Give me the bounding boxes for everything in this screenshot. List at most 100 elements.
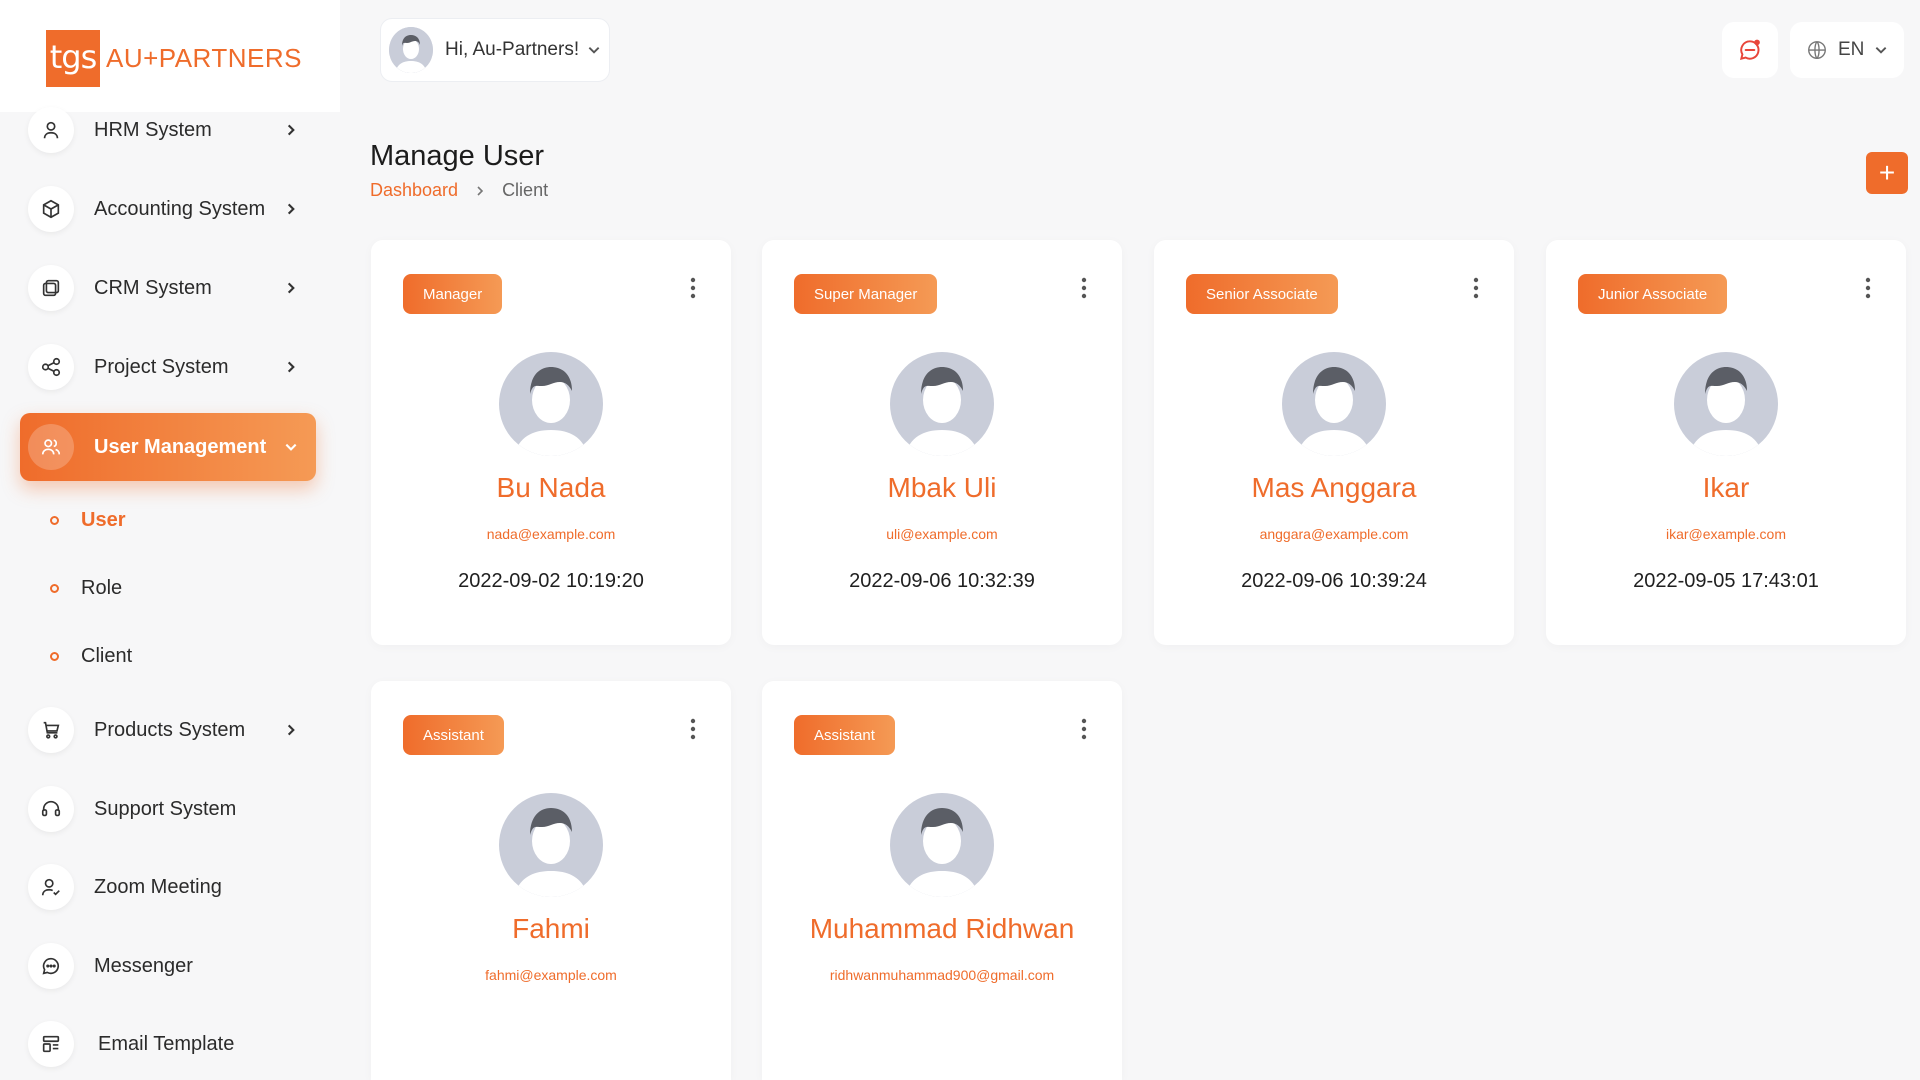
chevron-right-icon bbox=[280, 277, 302, 299]
sidebar-item-label: Accounting System bbox=[94, 197, 266, 220]
role-badge: Super Manager bbox=[794, 274, 938, 314]
role-badge: Manager bbox=[403, 274, 503, 314]
sidebar-item-messenger[interactable]: Messenger bbox=[20, 932, 316, 1000]
avatar bbox=[1282, 352, 1386, 456]
submenu-label: Client bbox=[81, 644, 133, 667]
role-badge: Assistant bbox=[403, 715, 504, 755]
user-name: Bu Nada bbox=[496, 472, 606, 503]
user-card: Super Manager Mbak Uli uli@example.com 2… bbox=[762, 240, 1122, 645]
submenu-item-client[interactable]: Client bbox=[50, 636, 132, 676]
chevron-right-icon bbox=[280, 198, 302, 220]
template-icon bbox=[28, 1021, 74, 1067]
user-email: ikar@example.com bbox=[1665, 526, 1787, 542]
sidebar-item-label: CRM System bbox=[94, 276, 212, 299]
user-name: Mbak Uli bbox=[887, 472, 997, 503]
sidebar-item-hrm-system[interactable]: HRM System bbox=[20, 96, 316, 164]
chevron-right-icon bbox=[477, 185, 484, 196]
user-name: Fahmi bbox=[512, 913, 590, 944]
user-date: 2022-09-02 10:19:20 bbox=[458, 570, 644, 592]
more-options-icon[interactable] bbox=[1074, 715, 1094, 743]
sidebar-item-products-system[interactable]: Products System bbox=[20, 696, 316, 764]
role-badge: Assistant bbox=[794, 715, 895, 755]
logo-text: AU+PARTNERS bbox=[106, 43, 302, 73]
breadcrumb-current: Client bbox=[502, 180, 549, 200]
sidebar-item-label: Project System bbox=[94, 355, 229, 378]
submenu-item-role[interactable]: Role bbox=[50, 568, 122, 608]
sidebar-item-label: Messenger bbox=[94, 954, 193, 977]
logo[interactable]: tgs AU+PARTNERS bbox=[46, 30, 302, 87]
sidebar-item-accounting-system[interactable]: Accounting System bbox=[20, 175, 316, 243]
user-date: 2022-09-06 10:32:39 bbox=[849, 570, 1035, 592]
sidebar-item-support-system[interactable]: Support System bbox=[20, 775, 316, 843]
chevron-right-icon bbox=[280, 719, 302, 741]
sidebar-item-label: Support System bbox=[94, 797, 237, 820]
user-name: Muhammad Ridhwan bbox=[809, 913, 1075, 944]
globe-icon bbox=[1808, 41, 1826, 59]
submenu-label: User bbox=[81, 508, 126, 531]
message-icon bbox=[28, 943, 74, 989]
language-selector[interactable]: EN bbox=[1790, 22, 1904, 78]
user-date: 2022-09-06 10:39:24 bbox=[1241, 570, 1427, 592]
avatar bbox=[389, 27, 433, 73]
chevron-down-icon bbox=[280, 436, 302, 458]
sidebar-item-crm-system[interactable]: CRM System bbox=[20, 254, 316, 322]
layers-icon bbox=[28, 265, 74, 311]
sidebar-item-label: HRM System bbox=[94, 118, 212, 141]
add-user-button[interactable]: + bbox=[1866, 152, 1908, 194]
more-options-icon[interactable] bbox=[683, 274, 703, 302]
share-icon bbox=[28, 344, 74, 390]
more-options-icon[interactable] bbox=[1074, 274, 1094, 302]
sidebar-item-label: Zoom Meeting bbox=[94, 875, 222, 898]
sidebar-item-user-management[interactable]: User Management bbox=[20, 413, 316, 481]
user-name: Mas Anggara bbox=[1251, 472, 1417, 503]
page-title: Manage User bbox=[370, 140, 545, 172]
cart-icon bbox=[28, 707, 74, 753]
avatar bbox=[499, 793, 603, 897]
logo-mark: tgs bbox=[46, 30, 100, 87]
chat-bell-icon bbox=[1739, 39, 1760, 61]
submenu-item-user[interactable]: User bbox=[50, 500, 125, 540]
more-options-icon[interactable] bbox=[683, 715, 703, 743]
sidebar-item-zoom-meeting[interactable]: Zoom Meeting bbox=[20, 853, 316, 921]
user-card: Senior Associate Mas Anggara anggara@exa… bbox=[1154, 240, 1514, 645]
role-badge: Junior Associate bbox=[1578, 274, 1728, 314]
chevron-down-icon bbox=[588, 47, 600, 54]
user-icon bbox=[28, 107, 74, 153]
sidebar: tgs AU+PARTNERS HRM System Accounting Sy… bbox=[0, 0, 340, 1080]
avatar bbox=[1674, 352, 1778, 456]
user-card: Junior Associate Ikar ikar@example.com 2… bbox=[1546, 240, 1906, 645]
breadcrumb-dashboard-link[interactable]: Dashboard bbox=[370, 180, 458, 201]
language-label: EN bbox=[1838, 39, 1865, 60]
user-card: Assistant Muhammad Ridhwan ridhwanmuhamm… bbox=[762, 681, 1122, 1080]
circle-dot-icon bbox=[50, 651, 59, 661]
breadcrumb: Dashboard Client bbox=[370, 180, 548, 201]
box-icon bbox=[28, 186, 74, 232]
user-date: 2022-09-05 17:43:01 bbox=[1633, 570, 1819, 592]
users-icon bbox=[28, 424, 74, 470]
user-email: ridhwanmuhammad900@gmail.com bbox=[829, 967, 1055, 983]
sidebar-item-label: Email Template bbox=[98, 1032, 235, 1055]
more-options-icon[interactable] bbox=[1466, 274, 1486, 302]
chevron-right-icon bbox=[280, 119, 302, 141]
sidebar-item-email-template[interactable]: Email Template bbox=[20, 1010, 316, 1078]
sidebar-item-label: User Management bbox=[94, 435, 267, 458]
more-options-icon[interactable] bbox=[1858, 274, 1878, 302]
avatar bbox=[890, 793, 994, 897]
sidebar-item-project-system[interactable]: Project System bbox=[20, 333, 316, 401]
user-card: Manager Bu Nada nada@example.com 2022-09… bbox=[371, 240, 731, 645]
user-check-icon bbox=[28, 864, 74, 910]
user-email: anggara@example.com bbox=[1259, 526, 1409, 542]
user-card: Assistant Fahmi fahmi@example.com bbox=[371, 681, 731, 1080]
avatar bbox=[890, 352, 994, 456]
role-badge: Senior Associate bbox=[1186, 274, 1338, 314]
chevron-right-icon bbox=[280, 356, 302, 378]
greeting-text: Hi, Au-Partners! bbox=[445, 39, 580, 60]
sidebar-item-label: Products System bbox=[94, 718, 246, 741]
headset-icon bbox=[28, 786, 74, 832]
user-menu-button[interactable]: Hi, Au-Partners! bbox=[380, 18, 610, 82]
notification-button[interactable] bbox=[1722, 22, 1778, 78]
submenu-label: Role bbox=[81, 576, 123, 599]
chevron-down-icon bbox=[1876, 47, 1887, 54]
user-email: nada@example.com bbox=[486, 526, 616, 542]
user-name: Ikar bbox=[1702, 472, 1750, 503]
